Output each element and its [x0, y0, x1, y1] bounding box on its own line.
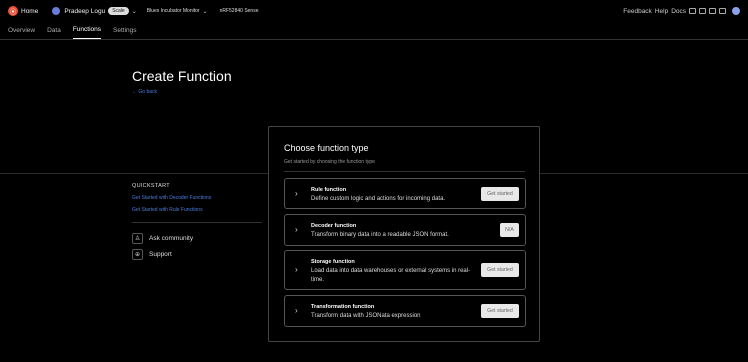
card-description: Define custom logic and actions for inco… — [311, 196, 446, 202]
get-started-button[interactable]: Get started — [481, 187, 519, 201]
user-avatar[interactable] — [52, 7, 61, 15]
top-bar: ⦿ Home Pradeep Logu Scale ⌄ Blues Incuba… — [0, 0, 748, 22]
tab-functions[interactable]: Functions — [72, 26, 102, 39]
tab-settings[interactable]: Settings — [113, 27, 137, 39]
card-title: Storage function — [311, 259, 355, 265]
theme-icon[interactable] — [719, 8, 726, 14]
plan-badge: Scale — [108, 7, 129, 15]
go-back-link[interactable]: ← Go back — [132, 89, 157, 95]
docs-link[interactable]: Docs — [671, 8, 686, 15]
user-name[interactable]: Pradeep Logu — [64, 8, 105, 15]
layout-icon[interactable] — [709, 8, 716, 14]
storage-function-card[interactable]: › Storage function Load data into data w… — [284, 250, 526, 290]
divider — [132, 222, 262, 223]
chevron-down-icon[interactable]: ⌄ — [132, 8, 137, 15]
card-title: Transformation function — [311, 304, 375, 310]
ask-community-label: Ask community — [149, 235, 194, 242]
rule-guide-link[interactable]: Get Started with Rule Functions — [132, 207, 203, 213]
transformation-function-card[interactable]: › Transformation function Transform data… — [284, 295, 526, 327]
card-title: Decoder function — [311, 223, 357, 229]
account-avatar[interactable] — [732, 7, 740, 15]
support-icon: ⊕ — [132, 249, 143, 260]
tab-data[interactable]: Data — [47, 27, 61, 39]
community-icon: ♙ — [132, 233, 143, 244]
chevron-right-icon[interactable]: › — [295, 265, 298, 274]
na-button[interactable]: N/A — [500, 223, 519, 237]
help-link[interactable]: Help — [655, 8, 668, 15]
calendar-icon[interactable] — [689, 8, 696, 14]
panel-title: Choose function type — [284, 143, 369, 153]
get-started-button[interactable]: Get started — [481, 263, 519, 277]
home-link[interactable]: Home — [21, 8, 38, 15]
quickstart-heading: QUICKSTART — [132, 183, 170, 189]
chevron-right-icon[interactable]: › — [295, 189, 298, 198]
support-link[interactable]: ⊕ Support — [132, 249, 172, 260]
panel-subtitle: Get started by choosing the function typ… — [284, 159, 375, 165]
tab-overview[interactable]: Overview — [8, 27, 35, 39]
card-title: Rule function — [311, 187, 347, 193]
card-description: Transform data with JSONata expression — [311, 313, 421, 319]
page-title: Create Function — [132, 68, 232, 84]
divider — [284, 171, 525, 172]
rule-function-card[interactable]: › Rule function Define custom logic and … — [284, 178, 526, 209]
feedback-link[interactable]: Feedback — [623, 8, 652, 15]
app-logo-icon[interactable]: ⦿ — [8, 6, 18, 16]
function-type-panel: Choose function type Get started by choo… — [268, 126, 540, 342]
device-selector[interactable]: nRF52840 Sense — [220, 8, 259, 14]
ask-community-link[interactable]: ♙ Ask community — [132, 233, 193, 244]
card-description: Transform binary data into a readable JS… — [311, 232, 449, 238]
project-selector[interactable]: Blues Incubator Monitor — [147, 8, 200, 14]
decoder-guide-link[interactable]: Get Started with Decoder Functions — [132, 195, 211, 201]
get-started-button[interactable]: Get started — [481, 304, 519, 318]
tab-bar: Overview Data Functions Settings — [0, 22, 748, 40]
decoder-function-card[interactable]: › Decoder function Transform binary data… — [284, 214, 526, 246]
chevron-down-icon[interactable]: ⌄ — [203, 8, 208, 15]
chevron-right-icon[interactable]: › — [295, 306, 298, 315]
chevron-right-icon[interactable]: › — [295, 225, 298, 234]
support-label: Support — [149, 251, 172, 258]
card-description: Load data into data warehouses or extern… — [311, 268, 471, 283]
chat-icon[interactable] — [699, 8, 706, 14]
